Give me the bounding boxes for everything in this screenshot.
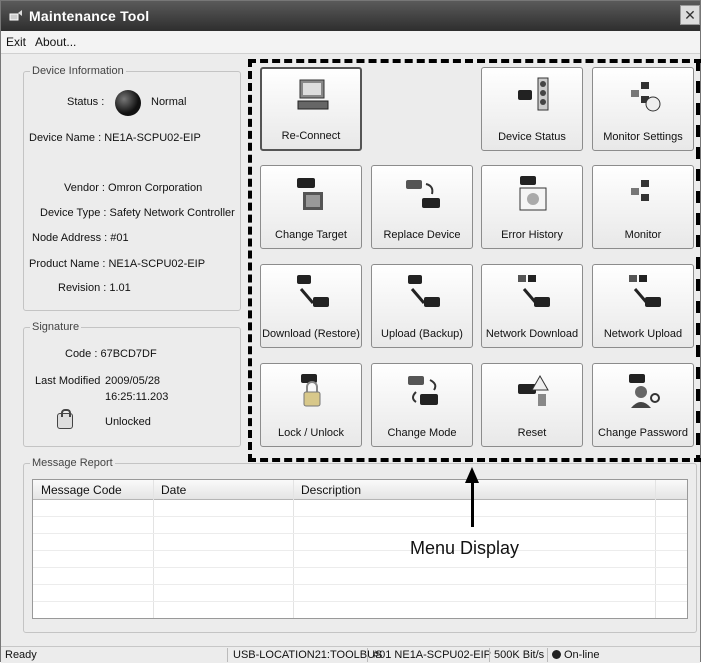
column-description[interactable]: Description: [301, 483, 361, 497]
status-separator: [367, 648, 368, 662]
close-icon: ✕: [684, 7, 696, 23]
signature-legend: Signature: [32, 321, 80, 333]
status-indicator-icon: [115, 90, 141, 116]
title-bar: Maintenance Tool ✕: [1, 1, 700, 31]
status-separator: [227, 648, 228, 662]
table-row: [33, 533, 687, 534]
message-report-table[interactable]: Message Code Date Description: [32, 479, 688, 619]
device-information-legend: Device Information: [32, 65, 124, 77]
device-name: Device Name : NE1A-SCPU02-EIP: [29, 132, 201, 144]
table-row: [33, 567, 687, 568]
column-date[interactable]: Date: [161, 483, 186, 497]
table-row: [33, 516, 687, 517]
last-modified-date: 2009/05/28: [105, 375, 161, 387]
status-online-label: On-line: [564, 649, 600, 661]
status-online: On-line: [552, 649, 599, 661]
menu-display-frame-right: [696, 59, 700, 462]
status-separator: [547, 648, 548, 662]
vendor: Vendor : Omron Corporation: [64, 182, 203, 194]
status-node: #01 NE1A-SCPU02-EIP: [373, 649, 491, 661]
column-message-code[interactable]: Message Code: [41, 483, 122, 497]
menu-exit[interactable]: Exit: [6, 35, 26, 49]
window-title: Maintenance Tool: [29, 8, 150, 24]
last-modified-time: 16:25:11.203: [105, 391, 169, 403]
product-name: Product Name : NE1A-SCPU02-EIP: [29, 258, 206, 270]
menu-display-annotation: Menu Display: [410, 538, 520, 558]
annotation-arrow: [471, 481, 474, 527]
status-connection: USB-LOCATION21:TOOLBUS: [233, 649, 383, 661]
status-separator: [489, 648, 490, 662]
signature-code: Code : 67BCD7DF: [65, 348, 157, 360]
lock-state: Unlocked: [105, 416, 151, 428]
app-icon: [9, 10, 22, 21]
table-row: [33, 550, 687, 551]
status-bar: Ready USB-LOCATION21:TOOLBUS #01 NE1A-SC…: [1, 646, 700, 663]
table-row: [33, 584, 687, 585]
status-value: Normal: [151, 96, 187, 108]
column-divider: [655, 480, 656, 618]
device-type: Device Type : Safety Network Controller: [40, 207, 235, 219]
node-address: Node Address : #01: [32, 232, 129, 244]
table-row: [33, 601, 687, 602]
revision: Revision : 1.01: [58, 282, 131, 294]
message-report-legend: Message Report: [32, 457, 113, 469]
message-report-header: Message Code Date Description: [33, 480, 687, 500]
menu-display-frame: [248, 59, 701, 462]
maintenance-tool-window: Maintenance Tool ✕ Exit About... Device …: [0, 0, 701, 663]
menu-bar: Exit About...: [1, 31, 700, 54]
status-label: Status :: [67, 96, 105, 108]
close-button[interactable]: ✕: [680, 5, 700, 25]
menu-about[interactable]: About...: [35, 35, 76, 49]
status-ready: Ready: [5, 649, 37, 661]
status-baud: 500K Bit/s: [494, 649, 545, 661]
column-divider: [153, 480, 154, 618]
column-divider: [293, 480, 294, 618]
online-icon: [552, 650, 561, 659]
last-modified-label: Last Modified: [35, 375, 101, 387]
lock-icon: [57, 409, 73, 429]
